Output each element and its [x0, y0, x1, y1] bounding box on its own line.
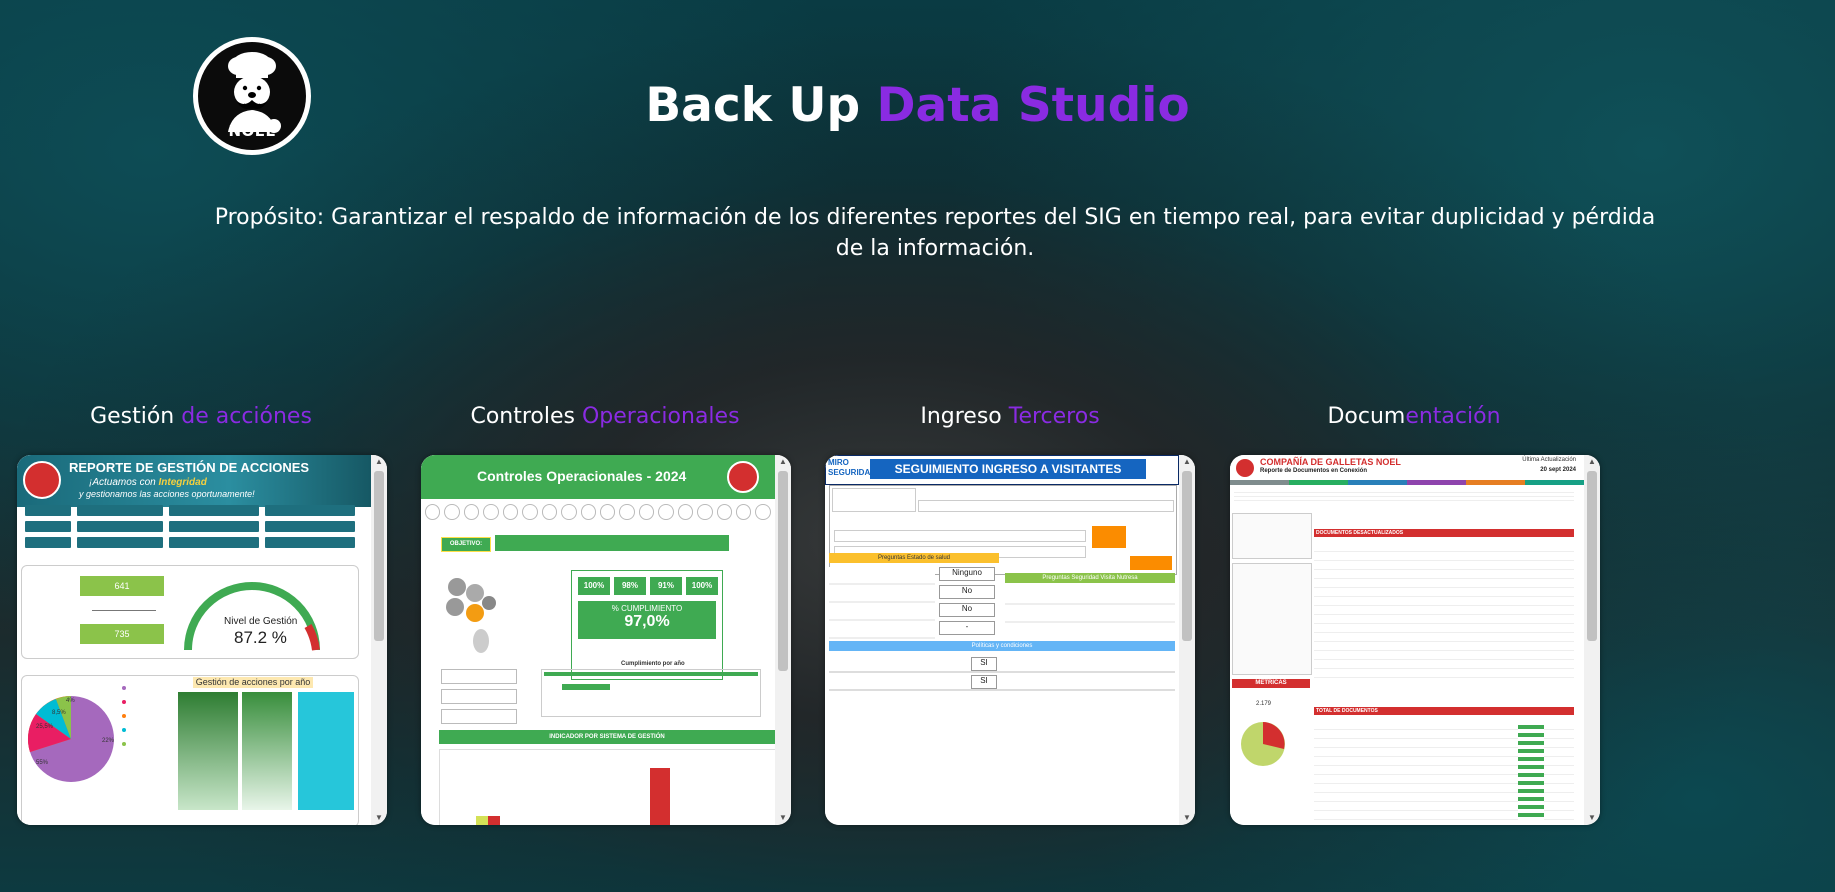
filter-dropdown[interactable] — [169, 537, 259, 548]
bottom-panel: 22% 55% 25,5% 8,5% 4% — [21, 675, 359, 825]
report-heading: SEGUIMIENTO INGRESO A VISITANTES — [870, 459, 1146, 479]
filter-dropdown[interactable] — [77, 521, 163, 532]
update-label: Última Actualización — [1522, 457, 1576, 463]
card-scrollbar[interactable]: ▲ ▼ — [371, 455, 387, 825]
gears-icon — [446, 578, 496, 653]
card-scrollbar[interactable]: ▲ ▼ — [1584, 455, 1600, 825]
filter-dropdown[interactable] — [169, 521, 259, 532]
objetivo-label: OBJETIVO: — [441, 537, 491, 552]
preguntas-seguridad-header: Preguntas Seguridad Visita Nutresa — [1005, 573, 1175, 583]
report-preview-frame[interactable]: MIRO SEGURIDAD SEGUIMIENTO INGRESO A VIS… — [825, 455, 1179, 825]
pie-chart — [1241, 722, 1285, 766]
report-heading: REPORTE DE GESTIÓN DE ACCIONES — [69, 460, 310, 475]
kpi-top: 641 — [80, 576, 164, 596]
report-header: Controles Operacionales - 2024 — [421, 455, 775, 499]
card-title-ingreso: Ingreso Terceros — [920, 404, 1100, 429]
report-header: MIRO SEGURIDAD SEGUIMIENTO INGRESO A VIS… — [825, 455, 1179, 485]
filter-dropdown[interactable] — [25, 537, 71, 548]
filter-dropdown[interactable] — [265, 505, 355, 516]
report-header: REPORTE DE GESTIÓN DE ACCIONES ¡Actuamos… — [17, 455, 371, 507]
report-preview-frame[interactable]: REPORTE DE GESTIÓN DE ACCIONES ¡Actuamos… — [17, 455, 371, 825]
indicador-bar-chart — [439, 749, 775, 825]
cumplimiento-kpi: % CUMPLIMIENTO 97,0% — [578, 601, 716, 639]
filter-dropdown[interactable] — [77, 505, 163, 516]
desactualizados-header: DOCUMENTOS DESACTUALIZADOS — [1314, 529, 1574, 537]
report-heading: Controles Operacionales - 2024 — [477, 468, 687, 484]
purpose-text: Propósito: Garantizar el respaldo de inf… — [214, 205, 1656, 261]
card-controles-operacionales[interactable]: Controles Operacionales - 2024 OBJETIVO: — [421, 455, 791, 825]
company-name: COMPAÑÍA DE GALLETAS NOEL — [1260, 457, 1401, 467]
si-field[interactable]: SI — [971, 657, 997, 671]
preguntas-salud-header: Preguntas Estado de salud — [829, 553, 999, 563]
noel-badge-icon — [1236, 459, 1254, 477]
miro-logo: MIRO SEGURIDAD — [828, 458, 877, 477]
answer-field[interactable]: No — [939, 585, 995, 599]
report-slogan-2: y gestionamos las acciones oportunamente… — [79, 489, 255, 499]
card-documentacion[interactable]: COMPAÑÍA DE GALLETAS NOEL Reporte de Doc… — [1230, 455, 1600, 825]
page-title: Back Up Data Studio — [645, 78, 1190, 133]
report-preview-frame[interactable]: Controles Operacionales - 2024 OBJETIVO: — [421, 455, 775, 825]
cumplimiento-table — [541, 669, 761, 717]
kpi-bottom: 735 — [80, 624, 164, 644]
kpi-panel: 641 735 Nivel de Gestión 87.2 % — [21, 565, 359, 659]
logo-strip — [425, 503, 771, 521]
card-scrollbar[interactable]: ▲ ▼ — [1179, 455, 1195, 825]
filter-dropdown[interactable] — [25, 521, 71, 532]
month-select[interactable] — [441, 689, 517, 704]
si-field[interactable]: SI — [971, 675, 997, 689]
color-band — [1230, 480, 1584, 485]
desactualizados-table — [1314, 543, 1574, 678]
bar-chart-title: Gestión de acciones por año — [193, 677, 313, 688]
objetivo-text — [495, 535, 729, 551]
noel-badge-icon — [23, 461, 61, 499]
indicador-header: INDICADOR POR SISTEMA DE GESTIÓN — [439, 730, 775, 744]
filter-dropdown[interactable] — [25, 505, 71, 516]
filter-dropdown[interactable] — [265, 537, 355, 548]
answer-field[interactable]: No — [939, 603, 995, 617]
gauge-value: 87.2 % — [234, 628, 287, 647]
card-ingreso-terceros[interactable]: MIRO SEGURIDAD SEGUIMIENTO INGRESO A VIS… — [825, 455, 1195, 825]
filter-dropdown[interactable] — [169, 505, 259, 516]
gauge-label: Nivel de Gestión — [224, 616, 298, 627]
metric-value: 2.179 — [1256, 701, 1272, 707]
filter-dropdown[interactable] — [77, 537, 163, 548]
report-name: Reporte de Documentos en Conexión — [1260, 468, 1368, 474]
card-scrollbar[interactable]: ▲ ▼ — [775, 455, 791, 825]
card-title-controles: Controles Operacionales — [470, 404, 740, 429]
card-title-documentacion: Documentación — [1327, 404, 1501, 429]
filter-panel[interactable] — [1232, 513, 1312, 559]
total-documentos-header: TOTAL DE DOCUMENTOS — [1314, 707, 1574, 715]
type-filter-panel[interactable] — [1232, 563, 1312, 675]
politicas-header: Políticas y condiciones — [829, 641, 1175, 651]
metricas-header: METRICAS — [1232, 679, 1310, 688]
noel-badge-icon — [727, 461, 759, 493]
week-select[interactable] — [441, 709, 517, 724]
cumplimiento-anio-label: Cumplimiento por año — [621, 661, 685, 667]
answer-field[interactable]: - — [939, 621, 995, 635]
filter-dropdown[interactable] — [265, 521, 355, 532]
year-select[interactable] — [441, 669, 517, 684]
card-gestion-acciones[interactable]: REPORTE DE GESTIÓN DE ACCIONES ¡Actuamos… — [17, 455, 387, 825]
card-title-gestion: Gestión de acciónes — [90, 404, 312, 429]
report-slogan: ¡Actuamos con Integridad — [89, 477, 207, 488]
update-date: 20 sept 2024 — [1540, 467, 1576, 473]
report-preview-frame[interactable]: COMPAÑÍA DE GALLETAS NOEL Reporte de Doc… — [1230, 455, 1584, 825]
answer-field[interactable]: Ninguno — [939, 567, 995, 581]
